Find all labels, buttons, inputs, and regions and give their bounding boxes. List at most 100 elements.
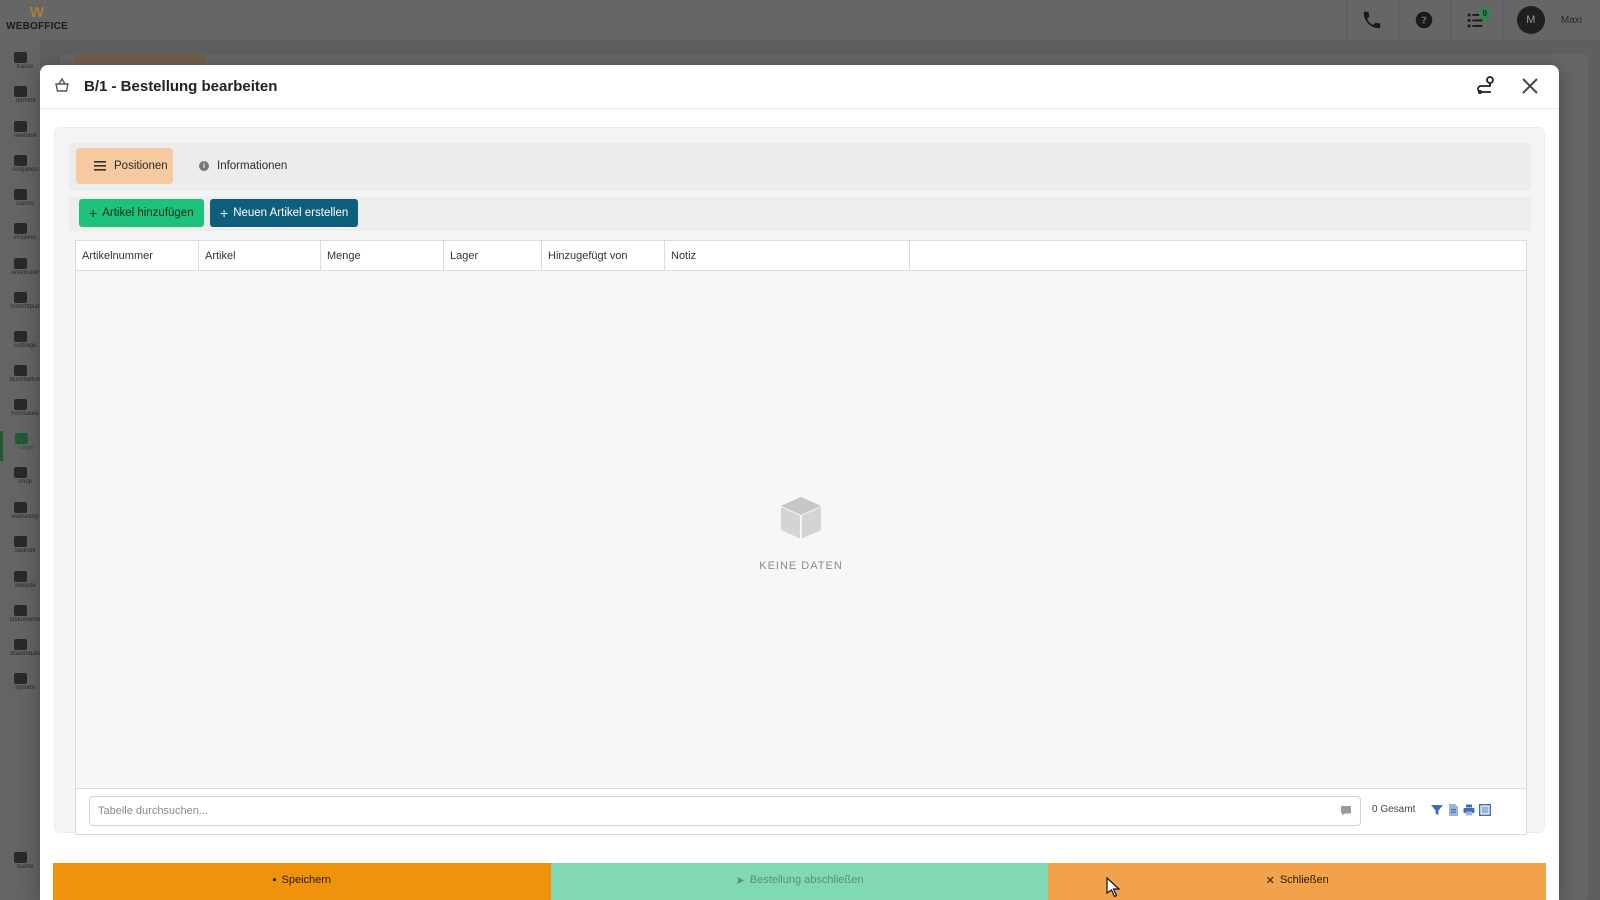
modal-card: Positionen i Informationen + Artikel hinz… [54,127,1545,835]
modal-title: B/1 - Bestellung bearbeiten [84,78,278,95]
search-icon [13,852,27,863]
help-button[interactable]: ? [1397,0,1450,40]
sidebar-search[interactable]: Suche [0,850,40,880]
print-icon[interactable] [1463,804,1475,816]
sidebar-item-aufgaben[interactable]: Aufgaben [0,153,40,183]
tab-positionen[interactable]: Positionen [76,148,173,184]
help-icon: ? [1416,11,1433,29]
svg-text:?: ? [1421,16,1427,27]
column-header-lager[interactable]: Lager [444,241,542,271]
phone-button[interactable] [1345,0,1398,40]
top-actions: ? 0 M Maxi [1345,0,1600,40]
order-icon [13,331,27,342]
sidebar-item-label: Statistik [14,548,36,554]
column-header-artikelnummer[interactable]: Artikelnummer [76,241,199,271]
filter-icon[interactable] [1431,804,1443,816]
modal-header: B/1 - Bestellung bearbeiten [40,65,1559,109]
sidebar-item-buchhaltung[interactable]: Buchhaltung [0,363,40,393]
megaphone-icon [13,502,27,513]
sidebar-item-termine[interactable]: Termine [0,84,40,114]
sidebar-item-label: Dokumente [10,617,40,623]
sidebar-item-label: Aufträge [13,343,37,349]
empty-text: KEINE DATEN [759,560,843,572]
phone-icon [1364,11,1381,29]
modal-footer: ▪ Speichern ➤ Bestellung abschließen ✕ Schl… [53,863,1547,900]
button-label: Artikel hinzufügen [102,207,194,219]
sidebar-item-schichtplanung[interactable]: Schichtplanung [0,290,40,320]
logo-text: WEBOFFICE [6,21,68,32]
sidebar-item-label: Gastro [15,201,34,207]
user-menu[interactable]: M Maxi [1501,0,1600,40]
sidebar-item-projekte[interactable]: Projekte [0,221,40,251]
column-header-actions [910,241,1526,271]
plus-icon: + [89,205,98,221]
sidebar-item-marketing[interactable]: Marketing [0,500,40,530]
sidebar: Kasse Termine Telefonie Aufgaben Gastro … [0,40,40,900]
plus-icon: + [220,205,229,221]
list-icon [94,161,106,171]
tab-label: Informationen [217,160,288,172]
sidebar-item-label: Termine [14,98,36,104]
sidebar-item-stammdaten[interactable]: Stammdaten [0,637,40,667]
tasks-button[interactable]: 0 [1449,0,1502,40]
sidebar-item-auftraege[interactable]: Aufträge [0,329,40,359]
arrows-icon [13,365,27,376]
sidebar-item-dokumente[interactable]: Dokumente [0,603,40,633]
create-article-button[interactable]: + Neuen Artikel erstellen [210,199,359,227]
info-icon: i [199,161,209,171]
columns-icon[interactable] [1479,804,1491,816]
paper-plane-icon: ➤ [735,875,745,887]
close-icon: ✕ [1265,875,1275,887]
route-icon[interactable] [1475,75,1497,97]
column-header-notiz[interactable]: Notiz [665,241,910,271]
table-search [89,796,1361,826]
shift-icon [13,292,27,303]
phone-icon [13,121,27,132]
sidebar-item-kasse[interactable]: Kasse [0,50,40,80]
document-icon [13,605,27,616]
sidebar-item-telefonie[interactable]: Telefonie [0,119,40,149]
table-search-input[interactable] [90,797,1320,825]
tab-informationen[interactable]: i Informationen [181,148,297,184]
logo[interactable]: W WEBOFFICE [6,4,68,36]
sidebar-item-formulare[interactable]: Formulare [0,397,40,427]
total-count: 0 Gesamt [1372,804,1416,815]
column-header-hinzugefuegt-von[interactable]: Hinzugefügt von [542,241,665,271]
sidebar-item-lager[interactable]: Lager [0,431,40,461]
browser-icon [13,571,27,582]
column-header-artikel[interactable]: Artikel [199,241,321,271]
empty-state: KEINE DATEN [76,491,1526,572]
table-header: Artikelnummer Artikel Menge Lager Hinzug… [76,241,1526,271]
warehouse-icon [15,433,28,444]
close-icon[interactable] [1519,75,1541,97]
column-header-menge[interactable]: Menge [321,241,444,271]
clock-icon [13,258,27,269]
button-label: Speichern [281,874,332,886]
sidebar-item-gastro[interactable]: Gastro [0,187,40,217]
gear-icon [13,673,27,684]
save-button[interactable]: ▪ Speichern [53,863,551,900]
sidebar-item-shop[interactable]: Shop [0,465,40,495]
logo-mark: W [29,4,45,21]
sidebar-item-statistik[interactable]: Statistik [0,534,40,564]
finish-order-button[interactable]: ➤ Bestellung abschließen [550,863,1049,900]
add-article-button[interactable]: + Artikel hinzufügen [79,199,204,227]
chart-icon [13,536,27,547]
sidebar-item-label: Suche [16,864,34,870]
sidebar-item-system[interactable]: System [0,671,40,701]
project-icon [13,223,27,234]
close-button[interactable]: ✕ Schließen [1048,863,1547,900]
sidebar-item-label: Kasse [16,64,34,70]
sidebar-item-label: Telefonie [12,133,38,139]
sidebar-item-website[interactable]: Website [0,569,40,599]
export-icon[interactable] [1447,804,1459,816]
order-edit-modal: B/1 - Bestellung bearbeiten Positionen i… [40,65,1559,900]
table-footer: 0 Gesamt [75,789,1527,835]
sidebar-item-arbeitszeit[interactable]: Arbeitszeit [0,256,40,286]
avatar: M [1516,6,1545,34]
sidebar-item-label: Schichtplanung [10,304,40,310]
sidebar-item-label: Projekte [13,235,36,241]
basket-icon [55,77,69,92]
user-name: Maxi [1560,14,1582,26]
sidebar-item-label: Website [14,583,36,589]
